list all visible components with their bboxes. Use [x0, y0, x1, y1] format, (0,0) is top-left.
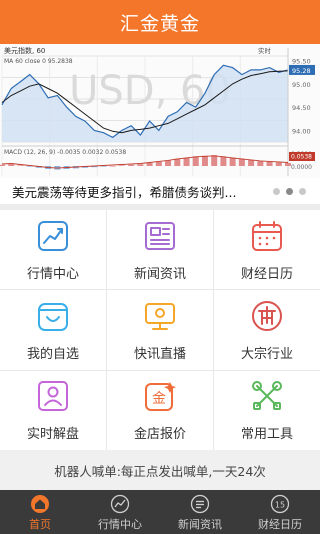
macd-bar — [118, 165, 125, 166]
menu-label: 财经日历 — [240, 266, 293, 282]
macd-bar — [248, 160, 255, 166]
menu-market-center[interactable]: 行情中心 — [0, 210, 106, 290]
ma-label: MA 60 close 0 95.2838 — [4, 58, 73, 65]
macd-bar — [201, 155, 208, 166]
price-current-label: 95.28 — [292, 67, 311, 75]
macd-bar — [174, 158, 181, 166]
macd-bar — [137, 164, 144, 166]
menu-tools[interactable]: 常用工具 — [214, 370, 320, 450]
macd-bar — [266, 161, 273, 166]
tab-home[interactable]: 首页 — [0, 490, 80, 534]
tab-label: 新闻资讯 — [178, 517, 222, 531]
carousel-dots — [273, 188, 306, 195]
menu-label: 金店报价 — [133, 427, 186, 443]
svg-text:金: 金 — [152, 391, 166, 407]
app-header: 汇金黄金 — [0, 0, 320, 44]
feature-grid: 行情中心 新闻资讯 财经日历 我的自选 快讯直播 大宗行业 实时解盘金金店报价 常用工具 — [0, 210, 320, 450]
trend-chart-icon — [35, 218, 71, 254]
menu-label: 大宗行业 — [240, 346, 293, 362]
macd-bar — [275, 162, 282, 166]
banner-carousel[interactable]: USD, 60 95.50 95.00 94.50 94.00 95.28 美元指数, 60… — [0, 44, 320, 204]
macd-tick-label: 0.0000 — [291, 164, 312, 171]
news-circle-icon — [189, 493, 211, 515]
monitor-icon — [142, 298, 178, 334]
macd-label: MACD (12, 26, 9) -0.0035 0.0032 0.0538 — [4, 149, 126, 156]
macd-bar — [165, 160, 172, 166]
chart-circle-icon — [109, 493, 131, 515]
app-title: 汇金黄金 — [119, 12, 200, 35]
menu-live[interactable]: 快讯直播 — [107, 290, 213, 370]
menu-commodities[interactable]: 大宗行业 — [214, 290, 320, 370]
tab-calendar[interactable]: 15 财经日历 — [240, 490, 320, 534]
menu-label: 快讯直播 — [133, 346, 186, 362]
robot-call-bar[interactable]: 机器人喊单:每正点发出喊单,一天24次 — [0, 450, 320, 490]
macd-bar — [128, 164, 135, 166]
menu-label: 常用工具 — [240, 427, 293, 443]
menu-gold-quote[interactable]: 金金店报价 — [107, 370, 213, 450]
menu-label: 新闻资讯 — [133, 266, 186, 282]
calendar-icon — [249, 218, 285, 254]
price-tick-label: 95.50 — [292, 58, 311, 66]
tab-label: 财经日历 — [258, 517, 302, 531]
robot-call-text: 机器人喊单:每正点发出喊单,一天24次 — [54, 463, 266, 479]
macd-bar — [183, 157, 190, 166]
macd-bar — [17, 165, 24, 166]
banner-caption[interactable]: 美元震荡等待更多指引，希腊债务谈判... — [0, 182, 250, 201]
svg-text:15: 15 — [275, 500, 285, 509]
macd-bar — [109, 166, 116, 167]
banner-caption-bar: 美元震荡等待更多指引，希腊债务谈判... — [0, 178, 320, 204]
price-tick-label: 94.50 — [292, 104, 311, 112]
tab-market[interactable]: 行情中心 — [80, 490, 160, 534]
building-seal-icon — [249, 298, 285, 334]
tools-icon — [249, 378, 285, 414]
macd-bar — [100, 166, 107, 167]
macd-bar — [0, 164, 5, 166]
calendar-15-icon: 15 — [269, 493, 291, 515]
macd-bar — [257, 161, 264, 166]
macd-bar — [8, 164, 15, 166]
chart-title: 美元指数, 60 — [4, 46, 45, 55]
price-tick-label: 95.00 — [292, 81, 311, 89]
macd-current-label: 0.0538 — [291, 154, 312, 161]
menu-watchlist[interactable]: 我的自选 — [0, 290, 106, 370]
chart-status-label: 实时 — [258, 46, 272, 55]
macd-bar — [238, 158, 245, 166]
macd-bar — [220, 156, 227, 166]
menu-label: 我的自选 — [26, 346, 79, 362]
tab-news[interactable]: 新闻资讯 — [160, 490, 240, 534]
gold-badge-icon: 金 — [142, 378, 178, 414]
bottom-tab-bar: 首页 行情中心 新闻资讯 15 财经日历 — [0, 490, 320, 534]
carousel-dot[interactable] — [273, 188, 280, 195]
carousel-dot[interactable] — [286, 188, 293, 195]
macd-bar — [155, 161, 162, 166]
carousel-dot[interactable] — [299, 188, 306, 195]
menu-news[interactable]: 新闻资讯 — [107, 210, 213, 290]
tab-label: 行情中心 — [98, 517, 142, 531]
macd-bar — [211, 155, 218, 166]
menu-label: 行情中心 — [26, 266, 79, 282]
menu-label: 实时解盘 — [26, 427, 79, 443]
macd-bar — [146, 163, 153, 166]
newspaper-icon — [142, 218, 178, 254]
menu-calendar[interactable]: 财经日历 — [214, 210, 320, 290]
macd-bar — [192, 156, 199, 166]
home-icon — [29, 493, 51, 515]
price-tick-label: 94.00 — [292, 127, 311, 135]
menu-analysis[interactable]: 实时解盘 — [0, 370, 106, 450]
bag-smile-icon — [35, 298, 71, 334]
macd-bar — [229, 157, 236, 166]
tab-label: 首页 — [29, 517, 51, 531]
user-screen-icon — [35, 378, 71, 414]
